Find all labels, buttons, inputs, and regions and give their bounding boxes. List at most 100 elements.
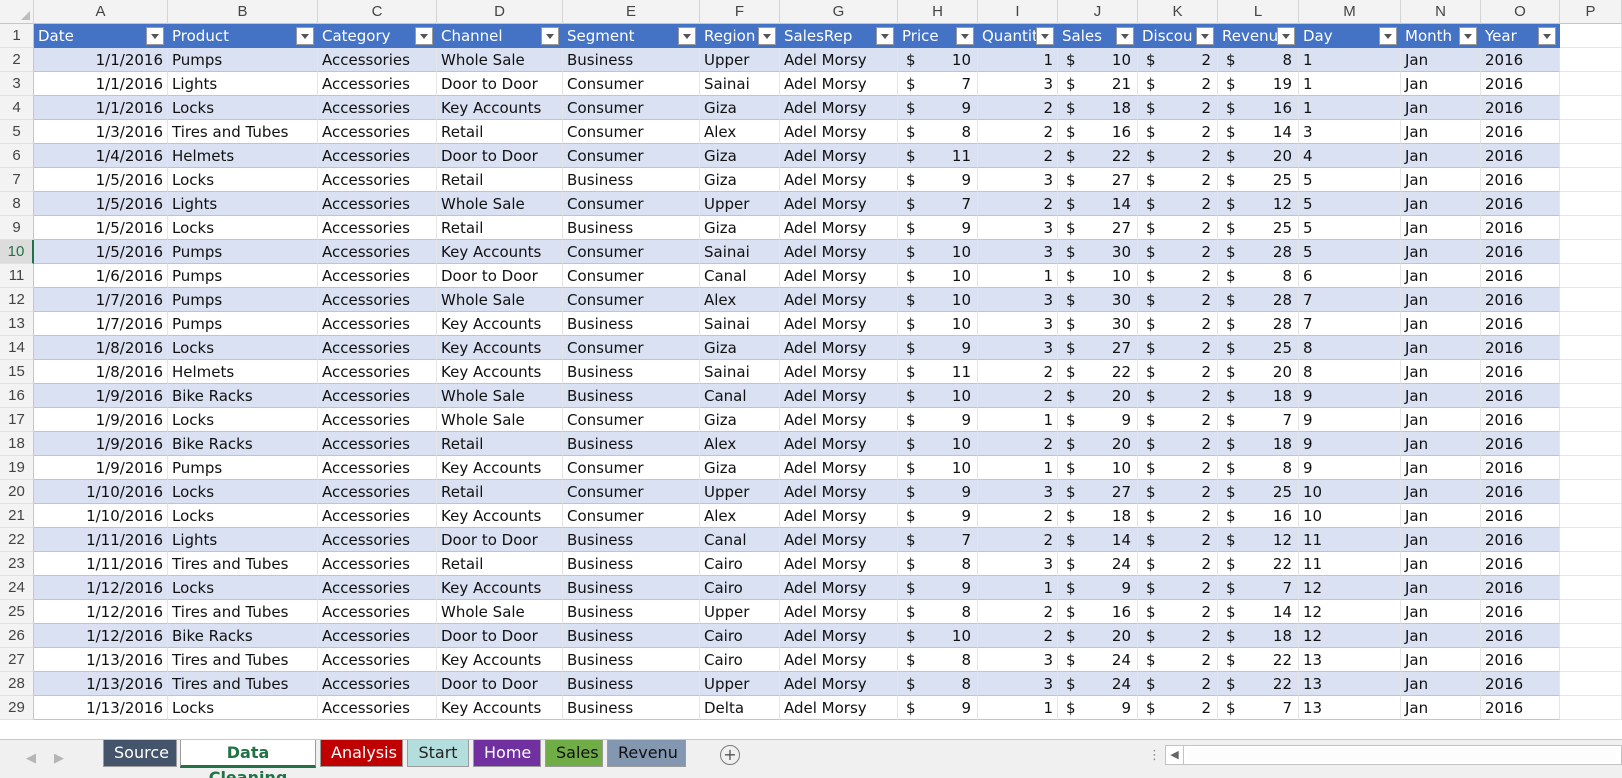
row-header[interactable]: 24: [0, 576, 34, 600]
row-header[interactable]: 3: [0, 72, 34, 96]
filter-dropdown-icon[interactable]: [1459, 27, 1477, 45]
currency-cell[interactable]: $10: [898, 384, 978, 408]
table-cell[interactable]: Accessories: [318, 288, 437, 312]
empty-cell[interactable]: [1560, 216, 1622, 240]
table-cell[interactable]: 5: [1299, 240, 1401, 264]
table-cell[interactable]: 2016: [1481, 48, 1560, 72]
table-cell[interactable]: Adel Morsy: [780, 312, 898, 336]
table-cell[interactable]: 2016: [1481, 504, 1560, 528]
filter-dropdown-icon[interactable]: [758, 27, 776, 45]
filter-dropdown-icon[interactable]: [541, 27, 559, 45]
currency-cell[interactable]: $27: [1058, 168, 1138, 192]
currency-cell[interactable]: $2: [1138, 288, 1218, 312]
table-cell[interactable]: 2: [978, 96, 1058, 120]
table-cell[interactable]: Jan: [1401, 312, 1481, 336]
table-cell[interactable]: Jan: [1401, 576, 1481, 600]
filter-dropdown-icon[interactable]: [146, 27, 164, 45]
column-header-k[interactable]: K: [1138, 0, 1218, 24]
table-cell[interactable]: 1/13/2016: [34, 648, 168, 672]
currency-cell[interactable]: $2: [1138, 72, 1218, 96]
currency-cell[interactable]: $22: [1218, 552, 1299, 576]
table-cell[interactable]: 2: [978, 432, 1058, 456]
table-cell[interactable]: Adel Morsy: [780, 504, 898, 528]
table-cell[interactable]: Sainai: [700, 72, 780, 96]
table-cell[interactable]: 2016: [1481, 168, 1560, 192]
table-cell[interactable]: Locks: [168, 408, 318, 432]
table-cell[interactable]: 3: [978, 240, 1058, 264]
table-cell[interactable]: Jan: [1401, 288, 1481, 312]
currency-cell[interactable]: $8: [898, 648, 978, 672]
table-cell[interactable]: Lights: [168, 192, 318, 216]
table-cell[interactable]: Jan: [1401, 216, 1481, 240]
row-header[interactable]: 21: [0, 504, 34, 528]
table-cell[interactable]: Pumps: [168, 264, 318, 288]
currency-cell[interactable]: $2: [1138, 216, 1218, 240]
table-cell[interactable]: Locks: [168, 576, 318, 600]
table-cell[interactable]: Pumps: [168, 48, 318, 72]
empty-cell[interactable]: [1560, 168, 1622, 192]
currency-cell[interactable]: $9: [898, 216, 978, 240]
table-cell[interactable]: 2016: [1481, 576, 1560, 600]
table-cell[interactable]: 2016: [1481, 360, 1560, 384]
empty-cell[interactable]: [1560, 480, 1622, 504]
table-cell[interactable]: Accessories: [318, 312, 437, 336]
currency-cell[interactable]: $28: [1218, 288, 1299, 312]
currency-cell[interactable]: $27: [1058, 216, 1138, 240]
table-cell[interactable]: Key Accounts: [437, 312, 563, 336]
table-cell[interactable]: Accessories: [318, 48, 437, 72]
table-cell[interactable]: Business: [563, 672, 700, 696]
table-cell[interactable]: 2016: [1481, 672, 1560, 696]
currency-cell[interactable]: $8: [1218, 264, 1299, 288]
table-cell[interactable]: Pumps: [168, 456, 318, 480]
table-cell[interactable]: Business: [563, 48, 700, 72]
currency-cell[interactable]: $11: [898, 360, 978, 384]
table-cell[interactable]: Jan: [1401, 360, 1481, 384]
table-cell[interactable]: Giza: [700, 216, 780, 240]
table-cell[interactable]: 2016: [1481, 480, 1560, 504]
currency-cell[interactable]: $12: [1218, 528, 1299, 552]
horizontal-scrollbar[interactable]: ◀: [1165, 745, 1622, 765]
currency-cell[interactable]: $2: [1138, 120, 1218, 144]
table-cell[interactable]: 1/12/2016: [34, 600, 168, 624]
empty-cell[interactable]: [1560, 288, 1622, 312]
table-cell[interactable]: Locks: [168, 504, 318, 528]
empty-cell[interactable]: [1560, 360, 1622, 384]
currency-cell[interactable]: $10: [898, 264, 978, 288]
table-cell[interactable]: Door to Door: [437, 72, 563, 96]
currency-cell[interactable]: $30: [1058, 240, 1138, 264]
currency-cell[interactable]: $14: [1218, 120, 1299, 144]
empty-cell[interactable]: [1560, 408, 1622, 432]
column-header-p[interactable]: P: [1560, 0, 1622, 24]
column-header-b[interactable]: B: [168, 0, 318, 24]
scroll-left-arrow-icon[interactable]: ◀: [1166, 746, 1184, 764]
currency-cell[interactable]: $16: [1058, 120, 1138, 144]
table-cell[interactable]: Adel Morsy: [780, 168, 898, 192]
table-cell[interactable]: Bike Racks: [168, 624, 318, 648]
table-cell[interactable]: 11: [1299, 552, 1401, 576]
currency-cell[interactable]: $2: [1138, 384, 1218, 408]
currency-cell[interactable]: $22: [1218, 648, 1299, 672]
table-cell[interactable]: Lights: [168, 72, 318, 96]
table-cell[interactable]: Retail: [437, 120, 563, 144]
table-cell[interactable]: Accessories: [318, 72, 437, 96]
table-cell[interactable]: 1/8/2016: [34, 336, 168, 360]
row-header[interactable]: 15: [0, 360, 34, 384]
table-cell[interactable]: Retail: [437, 168, 563, 192]
table-cell[interactable]: Consumer: [563, 120, 700, 144]
sheet-tab-analysis[interactable]: Analysis: [320, 740, 403, 767]
table-cell[interactable]: 1/1/2016: [34, 72, 168, 96]
table-cell[interactable]: Jan: [1401, 168, 1481, 192]
table-cell[interactable]: 2016: [1481, 456, 1560, 480]
table-cell[interactable]: 2016: [1481, 600, 1560, 624]
table-cell[interactable]: 1/9/2016: [34, 432, 168, 456]
table-cell[interactable]: Business: [563, 696, 700, 720]
row-header[interactable]: 22: [0, 528, 34, 552]
table-cell[interactable]: 11: [1299, 528, 1401, 552]
table-cell[interactable]: Key Accounts: [437, 96, 563, 120]
table-cell[interactable]: Adel Morsy: [780, 672, 898, 696]
table-cell[interactable]: Alex: [700, 504, 780, 528]
currency-cell[interactable]: $20: [1058, 624, 1138, 648]
currency-cell[interactable]: $25: [1218, 480, 1299, 504]
table-cell[interactable]: 1/1/2016: [34, 48, 168, 72]
currency-cell[interactable]: $27: [1058, 336, 1138, 360]
